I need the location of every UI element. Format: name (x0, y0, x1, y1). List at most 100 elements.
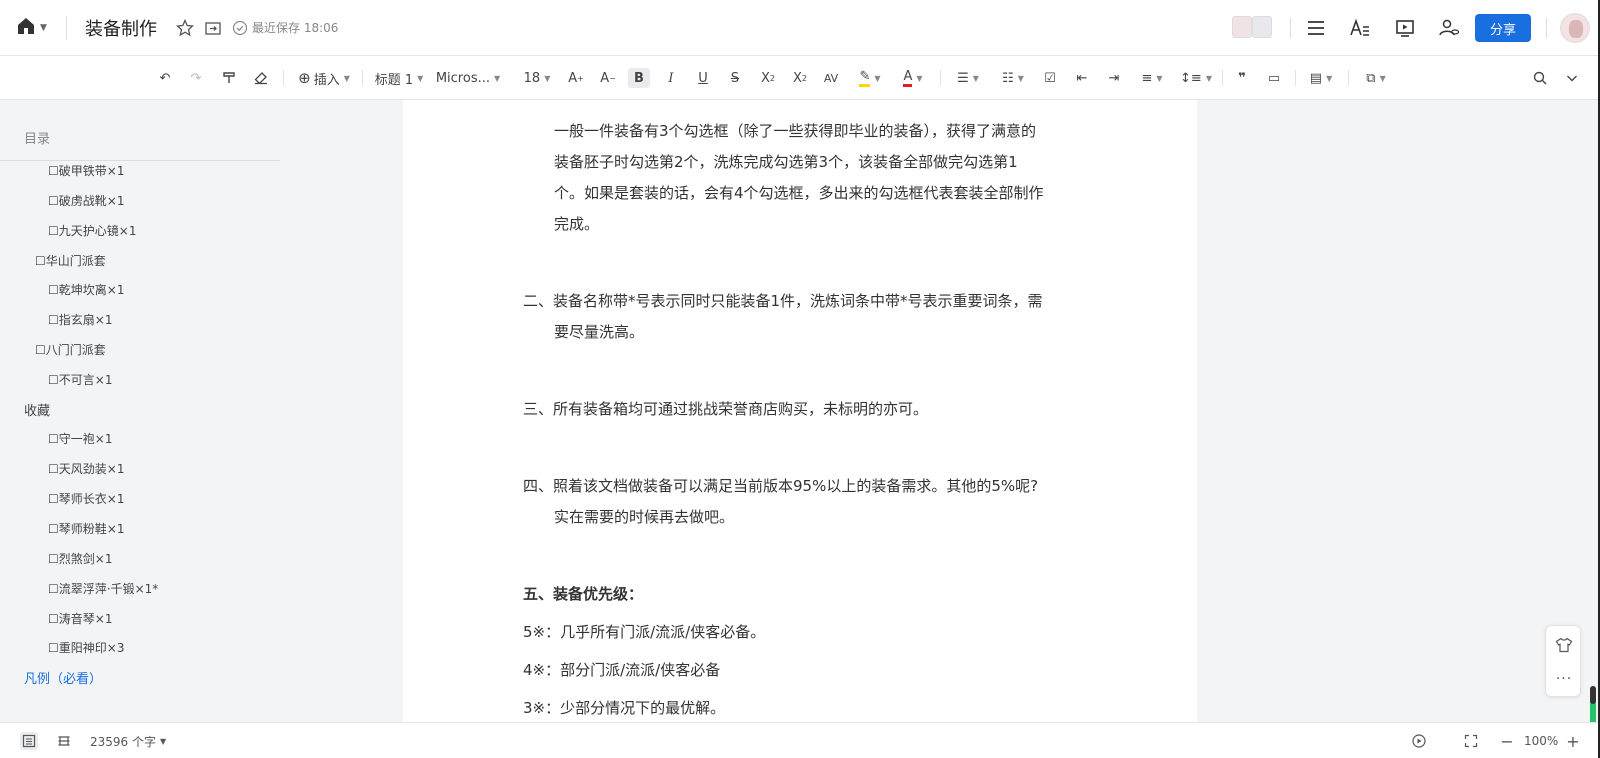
outdent-icon[interactable]: ⇤ (1072, 68, 1092, 88)
theme-icon[interactable] (1546, 630, 1582, 660)
toc-item[interactable]: ☐天风劲装×1 (48, 460, 124, 477)
increase-font-icon[interactable]: A + (566, 68, 586, 88)
document-title[interactable]: 装备制作 (85, 15, 157, 41)
zoom-out-button[interactable]: − (1500, 732, 1514, 751)
move-to-folder-icon[interactable] (202, 17, 224, 39)
toc-item[interactable]: ☐琴师长衣×1 (48, 490, 124, 507)
zoom-in-button[interactable]: + (1566, 732, 1580, 751)
toc-item[interactable]: ☐九天护心镜×1 (48, 222, 136, 239)
font-color-menu[interactable]: A ▼ (898, 68, 928, 88)
play-icon[interactable] (1410, 732, 1428, 750)
superscript-icon[interactable]: X2 (789, 68, 811, 88)
toc-item[interactable]: ☐八门门派套 (35, 341, 106, 358)
toc-item[interactable]: 收藏 (24, 400, 50, 419)
numbered-list-icon: ☷ (1002, 70, 1014, 86)
menu-icon[interactable] (1305, 17, 1327, 39)
section-heading: 五、装备优先级： (523, 585, 644, 603)
align-left-icon: ≡ (1141, 70, 1153, 86)
present-icon[interactable] (1394, 17, 1416, 39)
code-block-icon[interactable]: ▭ (1264, 68, 1284, 88)
subscript-icon[interactable]: X2 (757, 68, 779, 88)
chevron-down-icon: ▼ (1326, 73, 1333, 83)
toc-item[interactable]: ☐华山门派套 (35, 252, 106, 269)
clear-format-icon[interactable] (251, 68, 271, 88)
decrease-font-icon[interactable]: A − (598, 68, 618, 88)
toc-item-active[interactable]: 凡例（必看） (24, 668, 102, 687)
search-icon[interactable] (1530, 68, 1550, 88)
fullscreen-icon[interactable] (1462, 732, 1480, 750)
highlight-color-menu[interactable]: ✎ ▼ (855, 68, 885, 88)
paragraph-line: 装备胚子时勾选第2个，洗炼完成勾选第3个，该装备全部做完勾选第1 (554, 153, 1018, 171)
character-spacing-icon[interactable]: AV (820, 68, 842, 88)
paragraph-line: 二、装备名称带*号表示同时只能装备1件，洗炼词条中带*号表示重要词条，需 (523, 292, 1043, 310)
insert-menu[interactable]: ⊕ 插入 ▼ (295, 68, 353, 88)
italic-icon[interactable]: I (661, 68, 681, 88)
collapse-toolbar-icon[interactable] (1562, 68, 1582, 88)
bullet-list-menu[interactable]: ☰ ▼ (953, 68, 983, 88)
paragraph-line: 个。如果是套装的话，会有4个勾选框，多出来的勾选框代表套装全部制作 (554, 184, 1044, 202)
text-style-icon[interactable] (1349, 17, 1371, 39)
divider (940, 70, 941, 86)
toc-item[interactable]: ☐指玄扇×1 (48, 311, 112, 328)
visibility-icon[interactable] (1438, 17, 1460, 39)
paragraph-line: 5※：几乎所有门派/流派/侠客必备。 (523, 623, 766, 641)
outline-view-icon[interactable] (20, 732, 38, 750)
plugin-menu[interactable]: ⧉ ▼ (1361, 68, 1391, 88)
indent-icon[interactable]: ⇥ (1104, 68, 1124, 88)
underline-icon[interactable]: U (693, 68, 713, 88)
page-layout-menu[interactable]: ▤ ▼ (1306, 68, 1336, 88)
chevron-down-icon: ▼ (494, 73, 501, 83)
chevron-down-icon: ▼ (916, 73, 923, 83)
home-icon (16, 16, 36, 40)
paragraph-line: 4※：部分门派/流派/侠客必备 (523, 661, 721, 679)
more-icon[interactable]: ··· (1546, 664, 1582, 694)
line-spacing-menu[interactable]: ↕≡ ▼ (1180, 68, 1212, 88)
avatar (1232, 16, 1252, 38)
divider (0, 160, 280, 161)
bold-icon[interactable]: B (628, 68, 650, 88)
toc-item[interactable]: ☐琴师粉鞋×1 (48, 520, 124, 537)
saved-check-icon (229, 17, 251, 39)
chevron-down-icon: ▼ (544, 73, 551, 83)
redo-icon[interactable]: ↷ (186, 68, 206, 88)
format-painter-icon[interactable] (219, 68, 239, 88)
toc-item[interactable]: ☐守一袍×1 (48, 430, 112, 447)
undo-icon[interactable]: ↶ (155, 68, 175, 88)
checklist-icon[interactable]: ☑ (1040, 68, 1060, 88)
toc-item[interactable]: ☐破甲铁带×1 (48, 162, 124, 179)
divider (1546, 18, 1547, 38)
user-avatar[interactable] (1560, 13, 1590, 43)
divider (1222, 70, 1223, 86)
collaborator-avatars[interactable] (1232, 16, 1272, 40)
paragraph-line: 完成。 (554, 215, 600, 233)
font-family-select[interactable]: Micros... ▼ (435, 68, 501, 88)
document-page[interactable]: 一般一件装备有3个勾选框（除了一些获得即毕业的装备），获得了满意的 装备胚子时勾… (403, 100, 1197, 722)
zoom-level[interactable]: 100% (1524, 732, 1558, 750)
toc-item[interactable]: ☐重阳神印×3 (48, 639, 124, 656)
strikethrough-icon[interactable]: S (725, 68, 745, 88)
toc-item[interactable]: ☐不可言×1 (48, 371, 112, 388)
toc-item[interactable]: ☐烈煞剑×1 (48, 550, 112, 567)
share-button[interactable]: 分享 (1475, 14, 1531, 42)
word-count[interactable]: 23596 个字 ▼ (90, 732, 166, 750)
divider (362, 70, 363, 86)
font-size-select[interactable]: 18 ▼ (520, 68, 554, 88)
paragraph-line: 3※：少部分情况下的最优解。 (523, 699, 726, 717)
save-status: 最近保存 18:06 (252, 21, 339, 35)
chevron-down-icon: ▼ (40, 23, 47, 33)
toc-item[interactable]: ☐破虏战靴×1 (48, 192, 124, 209)
chevron-down-icon: ▼ (160, 736, 167, 746)
toc-item[interactable]: ☐流翠浮萍·千锻×1* (48, 580, 158, 597)
quote-icon[interactable]: ❞ (1232, 68, 1252, 88)
numbered-list-menu[interactable]: ☷ ▼ (998, 68, 1028, 88)
scrollbar-thumb[interactable] (1590, 686, 1596, 704)
paragraph-style-select[interactable]: 标题 1 ▼ (374, 68, 424, 88)
toc-item[interactable]: ☐涛音琴×1 (48, 610, 112, 627)
star-icon[interactable] (174, 17, 196, 39)
align-menu[interactable]: ≡ ▼ (1137, 68, 1167, 88)
home-menu[interactable]: ▼ (16, 16, 52, 40)
page-view-icon[interactable] (55, 732, 73, 750)
toc-item[interactable]: ☐乾坤坎离×1 (48, 281, 124, 298)
word-count-label: 23596 个字 (90, 734, 156, 749)
toc-heading: 目录 (24, 132, 51, 147)
